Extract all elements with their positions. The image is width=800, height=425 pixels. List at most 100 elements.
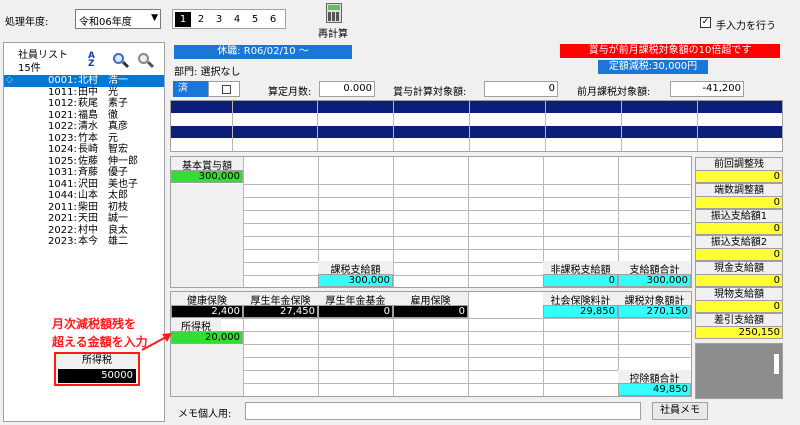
employee-code: 1041: bbox=[48, 178, 77, 190]
employment-insurance-value[interactable]: 0 bbox=[393, 305, 468, 318]
employee-list-item[interactable]: 1031: 斉藤 優子 bbox=[4, 167, 164, 179]
employee-list-item[interactable]: 1021: 福島 徹 bbox=[4, 110, 164, 122]
employee-list-item[interactable]: 1023: 竹本 元 bbox=[4, 133, 164, 145]
employee-list-item[interactable]: 2022: 村中 良太 bbox=[4, 225, 164, 237]
prev-taxable-input[interactable]: -41,200 bbox=[670, 81, 744, 97]
employee-name: 本今 雄二 bbox=[78, 236, 128, 247]
cash-pay-value[interactable]: 0 bbox=[695, 274, 783, 287]
employee-list-item[interactable]: 1024: 長崎 智宏 bbox=[4, 144, 164, 156]
transfer-1-label: 振込支給額1 bbox=[695, 209, 783, 222]
pension-fund-value[interactable]: 0 bbox=[318, 305, 393, 318]
income-tax-sample-box: 所得税 50000 bbox=[54, 352, 140, 386]
page-button-6[interactable]: 6 bbox=[265, 12, 281, 27]
search-icon[interactable] bbox=[112, 52, 130, 69]
employee-list-item[interactable]: 1044: 山本 太郎 bbox=[4, 190, 164, 202]
allowance-grid bbox=[170, 100, 783, 152]
cash-pay-label: 現金支給額 bbox=[695, 261, 783, 274]
employee-code: 1021: bbox=[48, 109, 77, 121]
health-insurance-label: 健康保険 bbox=[171, 292, 243, 307]
income-tax-input[interactable]: 20,000 bbox=[171, 331, 243, 344]
calculator-icon[interactable] bbox=[319, 3, 349, 25]
nontaxable-pay-value: 0 bbox=[543, 274, 618, 287]
annotation-note: 月次減税額残を 超える金額を入力 bbox=[52, 315, 148, 351]
employee-code: 1024: bbox=[48, 144, 77, 155]
manual-input-checkbox[interactable]: ✓ bbox=[700, 17, 711, 28]
search-advanced-icon[interactable] bbox=[137, 52, 155, 69]
employee-list-item[interactable]: ◇ 0001: 北村 浩一 bbox=[4, 75, 164, 87]
employee-code: 1025: bbox=[48, 155, 77, 167]
done-toggle[interactable] bbox=[208, 81, 240, 97]
employee-name: 斉藤 優子 bbox=[78, 167, 128, 178]
employee-code: 2021: bbox=[48, 213, 77, 224]
base-bonus-input[interactable]: 300,000 bbox=[171, 170, 243, 183]
employee-list-item[interactable]: 1011: 田中 光 bbox=[4, 87, 164, 99]
employee-name: 沢田 美也子 bbox=[78, 178, 138, 190]
employee-list-item[interactable]: 2023: 本今 雄二 bbox=[4, 236, 164, 248]
employee-memo-button[interactable]: 社員メモ bbox=[652, 402, 708, 420]
employee-code: 1044: bbox=[48, 190, 77, 201]
bonus-target-input[interactable]: 0 bbox=[484, 81, 558, 97]
bonus-target-label: 賞与計算対象額: bbox=[393, 87, 467, 98]
employee-name: 村中 良太 bbox=[78, 224, 128, 236]
total-pay-label: 支給額合計 bbox=[618, 261, 691, 276]
summary-column: 前回調整残 0 端数調整額 0 振込支給額1 0 振込支給額2 0 現金支給額 0 現物支給額 0 差引… bbox=[695, 157, 783, 339]
prev-adjust-value[interactable]: 0 bbox=[695, 170, 783, 183]
year-value: 令和06年度 bbox=[79, 17, 132, 28]
employee-name: 福島 徹 bbox=[78, 109, 118, 121]
sample-tax-value: 50000 bbox=[58, 369, 136, 383]
prev-taxable-label: 前月課税対象額: bbox=[577, 87, 651, 98]
memo-preview-area bbox=[695, 343, 783, 399]
done-indicator: 済 bbox=[173, 81, 208, 97]
department-label: 部門: 選択なし bbox=[174, 67, 241, 78]
prev-adjust-label: 前回調整残 bbox=[695, 157, 783, 170]
employee-list-item[interactable]: 1041: 沢田 美也子 bbox=[4, 179, 164, 191]
employee-code: 1012: bbox=[48, 98, 77, 109]
leave-banner: 休職: R06/02/10 〜 bbox=[174, 45, 352, 59]
employee-name: 田中 光 bbox=[78, 86, 118, 98]
page-button-2[interactable]: 2 bbox=[193, 12, 209, 27]
employee-code: 0001: bbox=[48, 75, 77, 86]
transfer-1-value[interactable]: 0 bbox=[695, 222, 783, 235]
income-tax-label: 所得税 bbox=[171, 318, 221, 333]
employee-list-item[interactable]: 2011: 柴田 初枝 bbox=[4, 202, 164, 214]
warning-banner: 賞与が前月課税対象額の10倍超です bbox=[560, 44, 780, 58]
page-button-5[interactable]: 5 bbox=[247, 12, 263, 27]
employee-code: 1011: bbox=[48, 86, 77, 98]
calc-months-input[interactable]: 0.000 bbox=[319, 81, 375, 97]
fraction-adjust-value[interactable]: 0 bbox=[695, 196, 783, 209]
base-bonus-label: 基本賞与額 bbox=[171, 157, 243, 172]
page-button-1[interactable]: 1 bbox=[175, 12, 191, 27]
employee-list-item[interactable]: 2021: 天田 誠一 bbox=[4, 213, 164, 225]
transfer-2-value[interactable]: 0 bbox=[695, 248, 783, 261]
employee-count: 15件 bbox=[18, 63, 41, 74]
memo-input[interactable] bbox=[245, 402, 641, 420]
arrow-icon bbox=[141, 333, 172, 351]
health-insurance-value[interactable]: 2,400 bbox=[171, 305, 243, 318]
employee-code: 2022: bbox=[48, 224, 77, 236]
employment-insurance-label: 雇用保険 bbox=[393, 292, 468, 307]
recalc-button[interactable]: 再計算 bbox=[318, 25, 348, 40]
sample-tax-label: 所得税 bbox=[82, 355, 112, 366]
manual-input-label: 手入力を行う bbox=[716, 21, 776, 32]
employee-name: 佐藤 伸一郎 bbox=[78, 155, 138, 167]
taxable-total-value: 270,150 bbox=[618, 305, 691, 318]
year-select[interactable]: 令和06年度 ▼ bbox=[75, 9, 161, 29]
pension-value[interactable]: 27,450 bbox=[243, 305, 318, 318]
employee-code: 1023: bbox=[48, 132, 77, 144]
net-pay-value[interactable]: 250,150 bbox=[695, 326, 783, 339]
goods-pay-value[interactable]: 0 bbox=[695, 300, 783, 313]
page-selector: 123456 bbox=[172, 9, 286, 29]
employee-code: 2023: bbox=[48, 236, 77, 247]
page-button-4[interactable]: 4 bbox=[229, 12, 245, 27]
employee-list-item[interactable]: 1012: 萩尾 素子 bbox=[4, 98, 164, 110]
employee-name: 竹本 元 bbox=[78, 132, 118, 144]
sort-az-icon[interactable]: AZ bbox=[88, 52, 104, 70]
total-pay-value: 300,000 bbox=[618, 274, 691, 287]
page-button-3[interactable]: 3 bbox=[211, 12, 227, 27]
taxable-pay-value: 300,000 bbox=[318, 274, 393, 287]
employee-list-item[interactable]: 1025: 佐藤 伸一郎 bbox=[4, 156, 164, 168]
employee-list-item[interactable]: 1022: 清水 真彦 bbox=[4, 121, 164, 133]
calc-months-label: 算定月数: bbox=[268, 87, 312, 98]
deduct-total-value: 49,850 bbox=[618, 383, 691, 396]
chevron-down-icon: ▼ bbox=[151, 13, 158, 23]
